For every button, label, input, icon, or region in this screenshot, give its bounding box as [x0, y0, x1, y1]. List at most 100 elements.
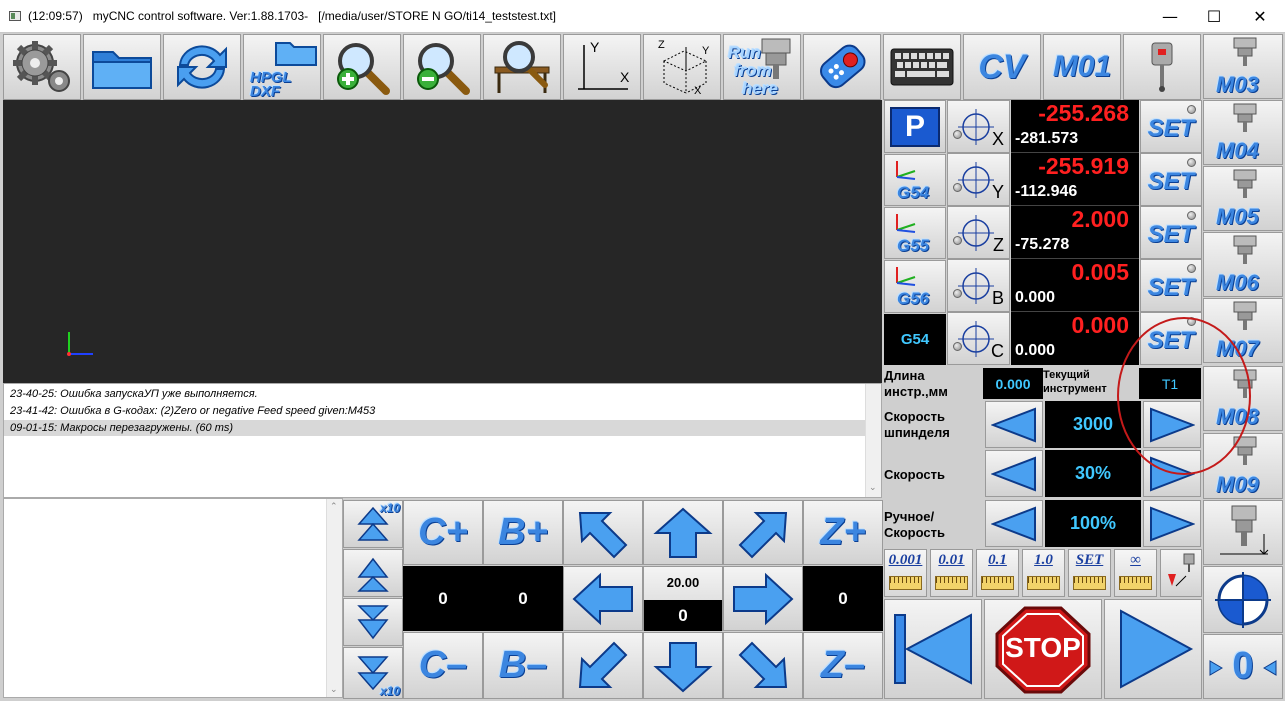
jog-step-up-button[interactable]: [343, 549, 403, 597]
feed-speed-decrease-button[interactable]: [985, 450, 1043, 497]
jog-y-plus-button[interactable]: [643, 500, 723, 565]
manual-speed-decrease-button[interactable]: [985, 500, 1043, 547]
spindle-speed-increase-button[interactable]: [1143, 401, 1201, 448]
axis-c-zero-button[interactable]: C: [947, 312, 1010, 365]
gcode-editor[interactable]: ⌃ ⌄: [3, 498, 343, 698]
zoom-in-button[interactable]: [323, 34, 401, 100]
park-button[interactable]: P: [884, 100, 946, 153]
minimize-button[interactable]: —: [1147, 0, 1193, 33]
jog-z-plus-button[interactable]: Z+: [803, 500, 883, 565]
gcode-editor-scrollbar[interactable]: ⌃ ⌄: [326, 499, 342, 697]
set-x-button[interactable]: SET: [1140, 100, 1202, 153]
settings-button[interactable]: [3, 34, 81, 100]
jog-step-button-1[interactable]: 0.001: [884, 549, 927, 597]
scroll-down-icon[interactable]: ⌄: [869, 482, 877, 493]
jog-c-plus-button[interactable]: C+: [403, 500, 483, 565]
cv-button[interactable]: CV: [963, 34, 1041, 100]
toolpath-viewport[interactable]: [3, 100, 882, 383]
jog-b-minus-button[interactable]: B–: [483, 632, 563, 699]
step-label: ∞: [1130, 552, 1141, 568]
jog-b-plus-button[interactable]: B+: [483, 500, 563, 565]
spindle-speed-label-1: Скорость: [884, 409, 945, 424]
jog-x-minus-y-minus-button[interactable]: [563, 632, 643, 699]
probe-icon: [1151, 42, 1173, 92]
jog-fast-down-button[interactable]: x10: [343, 647, 403, 699]
app-window: (12:09:57) myCNC control software. Ver:1…: [0, 0, 1285, 701]
g55-button[interactable]: G55: [884, 207, 946, 259]
cs-axes-icon: [896, 267, 916, 286]
origin-axes-icon: [67, 332, 93, 356]
message-line-1: 23-40-25: Ошибка запускаУП уже выполняет…: [10, 388, 258, 400]
zero-all-button[interactable]: 0: [1203, 634, 1283, 699]
jog-y-minus-button[interactable]: [643, 632, 723, 699]
scroll-down-icon[interactable]: ⌄: [330, 684, 338, 695]
jog-x-plus-button[interactable]: [723, 566, 803, 631]
spindle-speed-decrease-button[interactable]: [985, 401, 1043, 448]
g56-button[interactable]: G56: [884, 260, 946, 313]
rewind-button[interactable]: [884, 599, 982, 699]
mcode-m03-button[interactable]: M03: [1203, 34, 1283, 99]
pendant-button[interactable]: [803, 34, 881, 100]
cs-axes-icon: [896, 214, 916, 233]
reload-button[interactable]: [163, 34, 241, 100]
step-label: 0.1: [988, 552, 1007, 568]
probe-button[interactable]: [1123, 34, 1201, 100]
m01-button[interactable]: M01: [1043, 34, 1121, 100]
mcode-m09-button[interactable]: M09: [1203, 433, 1283, 499]
g54-button[interactable]: G54: [884, 154, 946, 206]
jog-c-minus-button[interactable]: C–: [403, 632, 483, 699]
set-label: SET: [1147, 326, 1195, 354]
jog-z-minus-button[interactable]: Z–: [803, 632, 883, 699]
feed-speed-increase-button[interactable]: [1143, 450, 1201, 497]
close-button[interactable]: ✕: [1237, 0, 1283, 33]
view-3d-button[interactable]: Z Y X: [643, 34, 721, 100]
run-from-here-button[interactable]: Run from here: [723, 34, 801, 100]
message-log[interactable]: 23-40-25: Ошибка запускаУП уже выполняет…: [3, 383, 882, 498]
axis-b-zero-button[interactable]: B: [947, 259, 1010, 312]
axis-y-zero-button[interactable]: Y: [947, 153, 1010, 206]
scroll-up-icon[interactable]: ⌃: [330, 501, 338, 512]
set-z-button[interactable]: SET: [1140, 206, 1202, 259]
jog-x-plus-y-minus-button[interactable]: [723, 632, 803, 699]
set-b-button[interactable]: SET: [1140, 259, 1202, 312]
jog-step-button-4[interactable]: 1.0: [1022, 549, 1065, 597]
jog-x-minus-y-plus-button[interactable]: [563, 500, 643, 565]
zoom-table-button[interactable]: [483, 34, 561, 100]
jog-x-minus-button[interactable]: [563, 566, 643, 631]
status-led-icon: [1187, 211, 1196, 220]
open-file-button[interactable]: [83, 34, 161, 100]
spindle-speed-label-2: шпинделя: [884, 425, 950, 440]
axis-z-zero-button[interactable]: Z: [947, 206, 1010, 259]
manual-speed-increase-button[interactable]: [1143, 500, 1201, 547]
start-button[interactable]: [1104, 599, 1202, 699]
mcode-m05-button[interactable]: M05: [1203, 166, 1283, 231]
mcode-m07-button[interactable]: M07: [1203, 298, 1283, 363]
jog-step-button-6[interactable]: ∞: [1114, 549, 1157, 597]
set-label: SET: [1147, 273, 1195, 301]
view-xy-button[interactable]: Y X: [563, 34, 641, 100]
mcode-m04-button[interactable]: M04: [1203, 100, 1283, 165]
set-y-button[interactable]: SET: [1140, 153, 1202, 206]
set-c-button[interactable]: SET: [1140, 312, 1202, 365]
tool-touch-button[interactable]: [1160, 549, 1202, 597]
jog-fast-up-button[interactable]: x10: [343, 500, 403, 548]
jog-step-button-5[interactable]: SET: [1068, 549, 1111, 597]
maximize-button[interactable]: ☐: [1191, 0, 1237, 33]
stop-button[interactable]: STOP: [984, 599, 1102, 699]
crosshair-icon: [958, 268, 994, 304]
arrow-right-icon: [733, 572, 794, 625]
axis-x-zero-button[interactable]: X: [947, 100, 1010, 153]
jog-x-plus-y-plus-button[interactable]: [723, 500, 803, 565]
zero-point-button[interactable]: [1203, 566, 1283, 633]
jog-step-button-2[interactable]: 0.01: [930, 549, 973, 597]
set-label: SET: [1147, 167, 1195, 195]
jog-step-button-3[interactable]: 0.1: [976, 549, 1019, 597]
message-log-scrollbar[interactable]: ⌄: [865, 384, 881, 497]
import-hpgl-dxf-button[interactable]: HPGL DXF: [243, 34, 321, 100]
jog-step-down-button[interactable]: [343, 598, 403, 646]
mcode-m08-button[interactable]: M08: [1203, 366, 1283, 431]
mcode-m06-button[interactable]: M06: [1203, 232, 1283, 297]
keyboard-button[interactable]: [883, 34, 961, 100]
zoom-out-button[interactable]: [403, 34, 481, 100]
tool-measure-button[interactable]: [1203, 500, 1283, 565]
